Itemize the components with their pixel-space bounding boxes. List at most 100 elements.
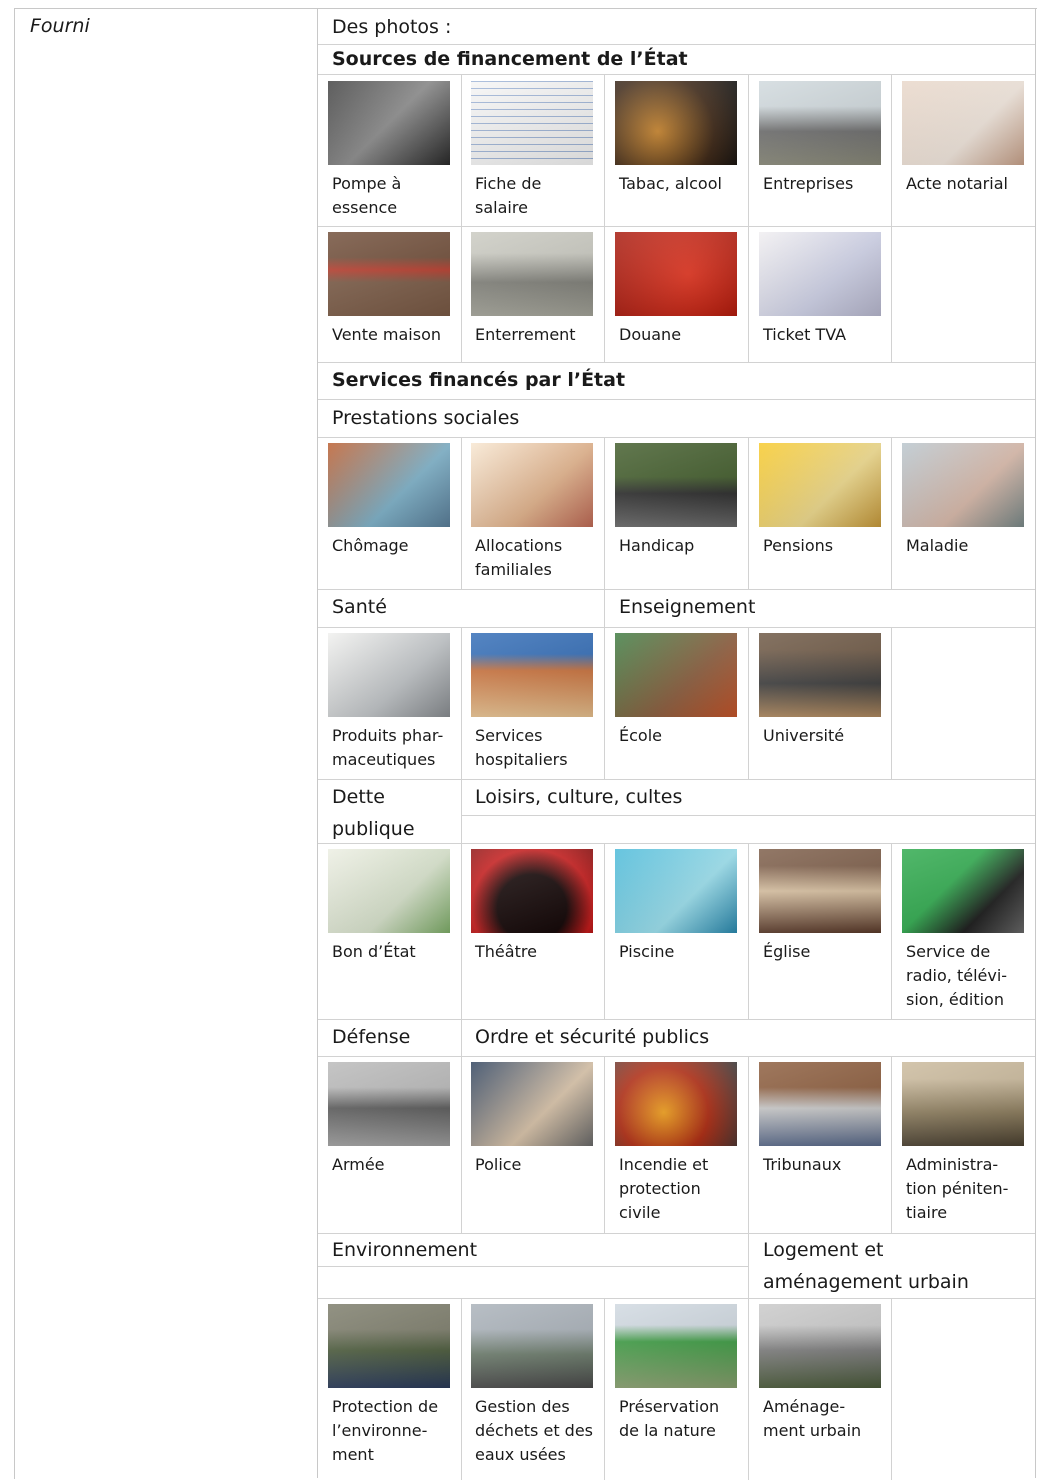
photo-caption: École [619,726,662,745]
cell-divider [748,627,749,779]
photo-caption: Douane [619,325,682,344]
cell-divider [461,1019,462,1056]
courts-photo [759,1062,881,1146]
row-divider [318,399,1035,400]
row-divider [318,362,1035,363]
cell-divider [891,627,892,779]
photo-caption: Vente maison [332,325,441,344]
photo-caption: Service de radio, télévi- sion, édition [906,942,1008,1009]
house-sale-photo [328,232,450,316]
photo-caption: Pompe à essence [332,174,402,217]
cell-divider [604,226,605,362]
cell-divider [461,75,462,226]
fire-protection-photo [615,1062,737,1146]
photo-caption: Ticket TVA [763,325,847,344]
row-divider [318,1266,748,1267]
cell-divider [461,843,462,1019]
column-divider [317,8,318,1478]
waste-water-photo [471,1304,593,1388]
photo-caption: Police [475,1155,522,1174]
photo-caption: Allocations familiales [475,536,563,579]
row-divider [318,1298,1035,1299]
cell-divider [891,843,892,1019]
nature-photo [615,1304,737,1388]
section-subheading: Environnement [332,1239,478,1261]
section-subheading: Enseignement [619,596,756,618]
intro-text: Des photos : [332,16,452,38]
photo-caption: Préservation de la nature [619,1397,720,1440]
right-border [1035,8,1036,1478]
cell-divider [748,1298,749,1480]
cell-divider [604,627,605,779]
section-subheading: Santé [332,596,387,618]
cell-divider [891,1056,892,1233]
cell-divider [748,437,749,589]
theatre-photo [471,849,593,933]
cell-divider [461,1298,462,1480]
photo-caption: Église [763,942,811,961]
cell-divider [604,1298,605,1480]
section-subheading: Logement et aménagement urbain [763,1239,969,1293]
section-subheading: Ordre et sécurité publics [475,1026,710,1048]
tobacco-alcohol-photo [615,81,737,165]
row-divider [318,779,1035,780]
photo-caption: Fiche de salaire [475,174,542,217]
row-divider [318,627,1035,628]
cell-divider [461,437,462,589]
army-photo [328,1062,450,1146]
section-subheading: Loisirs, culture, cultes [475,786,683,808]
section-subheading: Dette publique [332,786,415,840]
photo-caption: Maladie [906,536,969,555]
cell-divider [748,1233,749,1298]
section-subheading: Défense [332,1026,411,1048]
cell-divider [604,589,605,627]
pensions-photo [759,443,881,527]
cell-divider [748,75,749,226]
family-allowances-photo [471,443,593,527]
photo-caption: Protection de l’environne- ment [332,1397,439,1464]
state-bond-photo [328,849,450,933]
university-photo [759,633,881,717]
row-divider [318,589,1035,590]
urban-planning-photo [759,1304,881,1388]
photo-caption: Chômage [332,536,409,555]
cell-divider [461,1056,462,1233]
row-divider [461,815,1035,816]
fourni-label: Fourni [30,15,90,37]
row-divider [318,843,1035,844]
cell-divider [604,843,605,1019]
hospital-services-photo [471,633,593,717]
row-divider [318,1019,1035,1020]
photo-caption: Université [763,726,845,745]
photo-caption: Pensions [763,536,834,555]
photo-caption: Produits phar- maceutiques [332,726,444,769]
cell-divider [891,437,892,589]
section-subheading: Prestations sociales [332,407,520,429]
section-heading: Sources de financement de l’État [332,48,688,70]
pharmaceuticals-photo [328,633,450,717]
cell-divider [748,1056,749,1233]
vat-ticket-photo [759,232,881,316]
photo-caption: Théâtre [475,942,537,961]
cell-divider [604,75,605,226]
notarial-deed-photo [902,81,1024,165]
photo-caption: Handicap [619,536,695,555]
cell-divider [604,437,605,589]
cell-divider [748,843,749,1019]
photo-caption: Bon d’État [332,942,416,961]
school-photo [615,633,737,717]
photo-caption: Entreprises [763,174,854,193]
cell-divider [461,226,462,362]
unemployment-photo [328,443,450,527]
disability-photo [615,443,737,527]
cell-divider [461,779,462,843]
prison-photo [902,1062,1024,1146]
payslip-photo [471,81,593,165]
photo-caption: Incendie et protection civile [619,1155,709,1222]
photo-caption: Piscine [619,942,675,961]
photo-caption: Administra- tion péniten- tiaire [906,1155,1009,1222]
row-divider [318,1056,1035,1057]
photo-caption: Enterrement [475,325,576,344]
photo-caption: Armée [332,1155,385,1174]
photo-caption: Tribunaux [763,1155,842,1174]
